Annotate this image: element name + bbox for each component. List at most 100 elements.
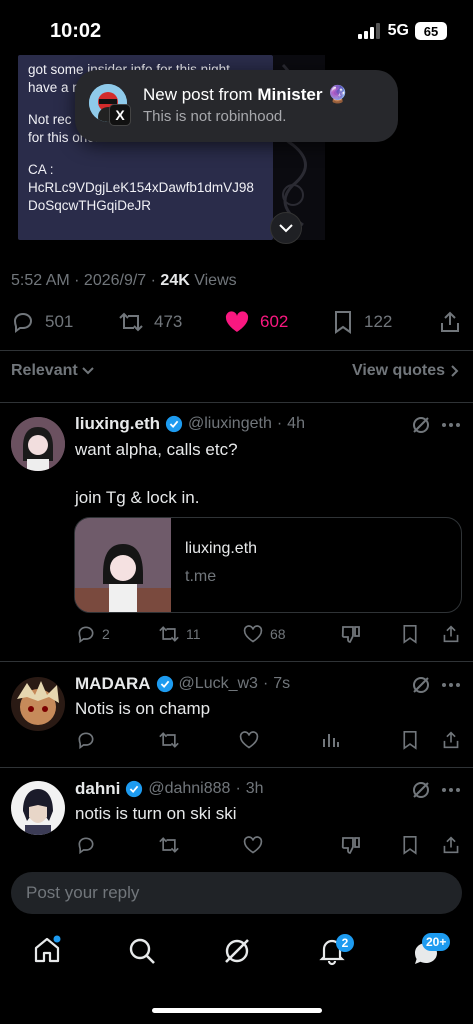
repost-icon bbox=[159, 626, 179, 642]
search-icon bbox=[129, 938, 155, 964]
reply-text: notis is turn on ski ski bbox=[75, 804, 237, 823]
image-text-line: CA : bbox=[28, 162, 54, 177]
home-indicator bbox=[152, 1008, 322, 1013]
expand-image-button[interactable] bbox=[270, 212, 302, 244]
nav-grok[interactable] bbox=[222, 936, 252, 966]
share-icon bbox=[443, 731, 459, 749]
repost-icon bbox=[159, 732, 179, 748]
repost-icon bbox=[119, 312, 143, 332]
avatar[interactable] bbox=[11, 781, 65, 835]
notifications-badge: 2 bbox=[336, 934, 354, 952]
more-icon bbox=[442, 423, 460, 427]
image-text-line bbox=[28, 147, 273, 161]
verified-badge-icon bbox=[126, 780, 143, 798]
share-button[interactable] bbox=[442, 835, 460, 855]
verified-badge-icon bbox=[156, 675, 173, 693]
more-icon bbox=[442, 788, 460, 792]
reply-button[interactable] bbox=[76, 835, 96, 855]
link-title: liuxing.eth bbox=[185, 540, 258, 557]
more-button[interactable] bbox=[441, 415, 461, 435]
divider bbox=[0, 350, 473, 351]
author-handle[interactable]: @Luck_w3 bbox=[179, 675, 258, 693]
image-text-line: HcRLc9VDgjLeK154xDawfb1dmVJ98 bbox=[28, 180, 254, 195]
repost-button[interactable] bbox=[158, 730, 180, 750]
heart-icon bbox=[225, 311, 249, 332]
post-meta: 5:52 AM · 2026/9/7 · 24K Views bbox=[11, 272, 237, 289]
chevron-down-icon bbox=[279, 224, 293, 233]
reply-button[interactable] bbox=[76, 730, 96, 750]
grok-button[interactable] bbox=[411, 415, 431, 435]
avatar[interactable] bbox=[11, 677, 65, 731]
like-button[interactable] bbox=[238, 730, 260, 750]
dislike-button[interactable] bbox=[341, 624, 361, 644]
reply-action[interactable]: 2 bbox=[76, 624, 110, 644]
bookmark-button[interactable] bbox=[401, 624, 419, 644]
bookmark-icon bbox=[403, 625, 417, 644]
author-handle[interactable]: @dahni888 bbox=[148, 780, 230, 798]
notification-subtitle: This is not robinhood. bbox=[143, 108, 287, 125]
link-preview-card[interactable]: liuxing.eth t.me bbox=[74, 517, 462, 613]
grok-icon bbox=[225, 939, 249, 963]
grok-icon bbox=[413, 782, 429, 798]
heart-icon bbox=[239, 731, 259, 749]
link-thumbnail bbox=[75, 518, 171, 612]
divider bbox=[0, 402, 473, 403]
share-icon bbox=[443, 836, 459, 854]
chevron-right-icon bbox=[451, 365, 459, 377]
view-quotes-link[interactable]: View quotes bbox=[352, 362, 459, 380]
x-app-icon: X bbox=[109, 104, 131, 126]
dislike-icon bbox=[341, 837, 360, 854]
home-icon bbox=[34, 935, 61, 963]
network-label: 5G bbox=[387, 22, 409, 39]
bookmark-button[interactable] bbox=[401, 730, 419, 750]
author-name[interactable]: MADARA bbox=[75, 674, 151, 694]
heart-icon bbox=[243, 836, 263, 854]
analytics-button[interactable] bbox=[322, 731, 340, 749]
grok-button[interactable] bbox=[411, 675, 431, 695]
status-time: 10:02 bbox=[50, 20, 102, 42]
nav-home[interactable] bbox=[32, 935, 62, 965]
more-button[interactable] bbox=[441, 675, 461, 695]
more-icon bbox=[442, 683, 460, 687]
repost-action[interactable]: 11 bbox=[158, 624, 201, 644]
like-action[interactable]: 602 bbox=[224, 310, 288, 334]
notification-toast[interactable]: X New post from Minister 🔮 This is not r… bbox=[75, 70, 398, 142]
share-button[interactable] bbox=[439, 310, 461, 334]
bookmark-icon bbox=[403, 731, 417, 750]
post-time: 7s bbox=[273, 675, 291, 692]
dislike-button[interactable] bbox=[341, 835, 361, 855]
bookmark-icon bbox=[335, 311, 351, 334]
reply-action[interactable]: 501 bbox=[11, 310, 73, 334]
status-indicators: 5G 65 bbox=[357, 22, 447, 40]
grok-button[interactable] bbox=[411, 780, 431, 800]
divider bbox=[0, 767, 473, 768]
like-button[interactable] bbox=[242, 835, 264, 855]
share-button[interactable] bbox=[442, 730, 460, 750]
more-button[interactable] bbox=[441, 780, 461, 800]
author-name[interactable]: liuxing.eth bbox=[75, 414, 160, 434]
analytics-icon bbox=[323, 734, 339, 747]
reply-icon bbox=[13, 312, 33, 333]
share-button[interactable] bbox=[442, 624, 460, 644]
reply-header: liuxing.eth @liuxingeth · 4h bbox=[75, 414, 305, 434]
reply-composer[interactable]: Post your reply bbox=[11, 872, 462, 914]
sort-relevant-dropdown[interactable]: Relevant bbox=[11, 362, 94, 380]
dislike-icon bbox=[341, 626, 360, 643]
bookmark-action[interactable]: 122 bbox=[332, 310, 392, 334]
reply-icon bbox=[78, 732, 94, 750]
chevron-down-icon bbox=[81, 367, 94, 375]
reply-icon bbox=[78, 626, 94, 644]
repost-button[interactable] bbox=[158, 835, 180, 855]
notification-title: New post from Minister 🔮 bbox=[143, 85, 349, 104]
bookmark-button[interactable] bbox=[401, 835, 419, 855]
nav-search[interactable] bbox=[127, 936, 157, 966]
verified-badge-icon bbox=[165, 415, 183, 433]
repost-icon bbox=[159, 837, 179, 853]
author-name[interactable]: dahni bbox=[75, 779, 120, 799]
avatar[interactable] bbox=[11, 417, 65, 471]
like-action[interactable]: 68 bbox=[242, 624, 286, 644]
post-time: 4h bbox=[287, 415, 305, 432]
author-handle[interactable]: @liuxingeth bbox=[188, 415, 272, 433]
repost-action[interactable]: 473 bbox=[118, 310, 182, 334]
share-icon bbox=[443, 625, 459, 643]
